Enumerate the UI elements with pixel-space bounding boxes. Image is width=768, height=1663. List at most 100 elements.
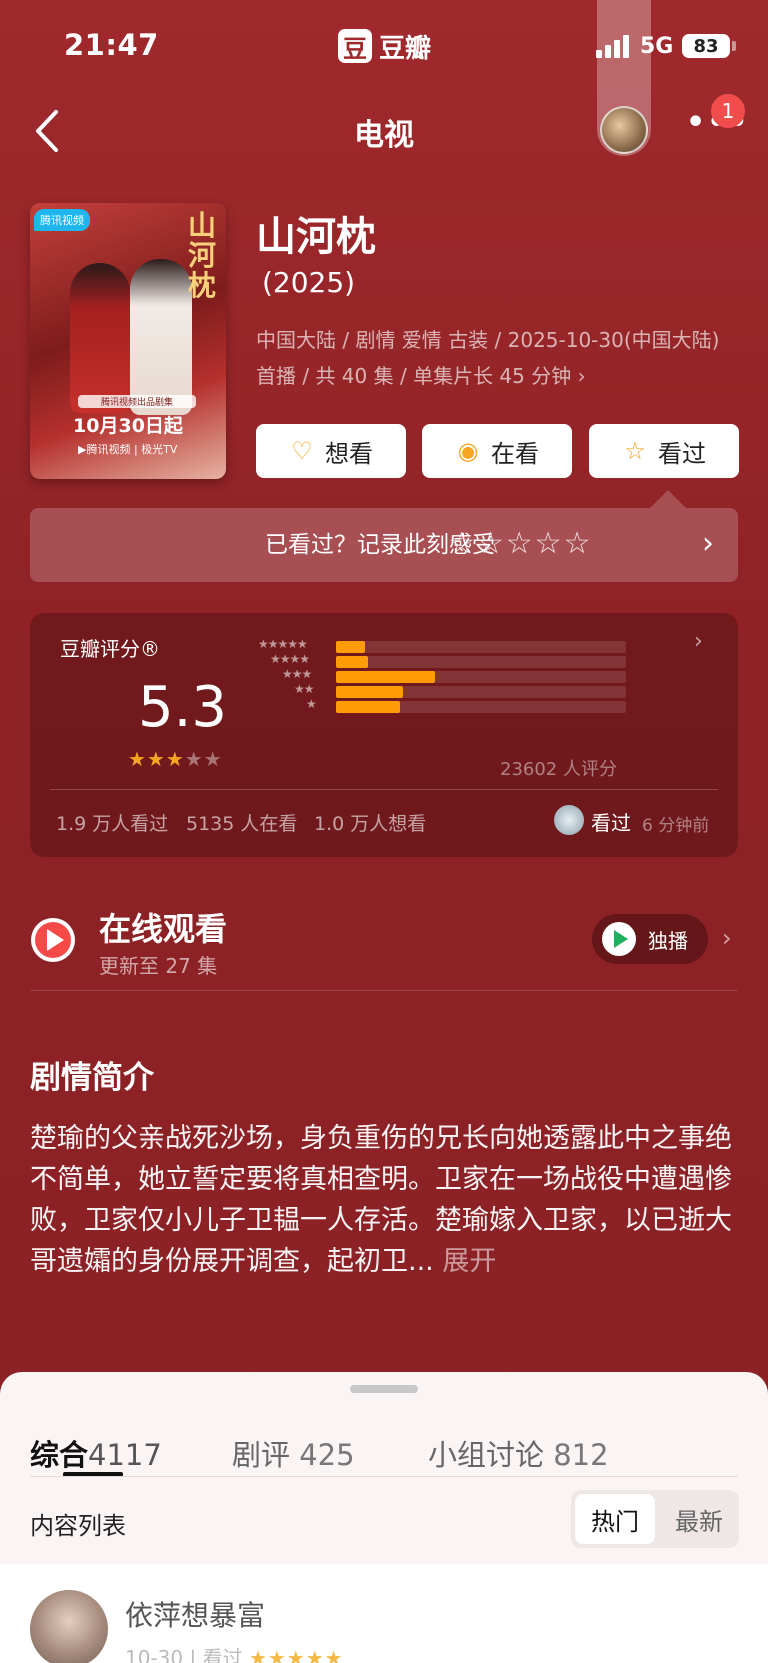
watching-icon: ◉ <box>457 437 479 465</box>
tab-count: 812 <box>553 1438 609 1472</box>
tab-label: 剧评 <box>232 1438 291 1472</box>
app-name: 豆瓣 <box>379 33 432 64</box>
sort-toggle[interactable]: 热门 最新 <box>571 1490 739 1548</box>
tab-label: 综合 <box>30 1438 89 1472</box>
watch-online-subtitle: 更新至 27 集 <box>99 954 218 978</box>
watched-button[interactable]: ☆ 看过 <box>589 424 739 478</box>
tab-reviews[interactable]: 剧评 425 <box>232 1432 355 1474</box>
tab-count: 4117 <box>88 1438 162 1472</box>
post-meta: 10-30 | 看过 ★★★★★ <box>125 1642 344 1663</box>
watch-online-title[interactable]: 在线观看 <box>99 904 227 950</box>
platform-label: 独播 <box>648 928 688 953</box>
friend-time: 6 分钟前 <box>642 816 710 836</box>
watching-button[interactable]: ◉ 在看 <box>422 424 572 478</box>
show-year: (2025) <box>262 266 356 299</box>
platform-button[interactable]: 独播 <box>592 914 708 964</box>
play-triangle <box>47 929 64 951</box>
signal-icon <box>596 34 630 58</box>
app-logo: 豆 豆瓣 <box>338 28 431 64</box>
show-meta[interactable]: 中国大陆 / 剧情 爱情 古装 / 2025-10-30(中国大陆) 首播 / … <box>256 322 726 394</box>
post-status: 看过 <box>202 1646 243 1663</box>
chevron-right-icon: › <box>702 526 714 561</box>
rating-bar-stars: ★★★★ <box>270 652 310 666</box>
friend-status: 看过 <box>591 811 631 835</box>
friend-avatar[interactable] <box>554 805 584 835</box>
poster-footer: ▶腾讯视频 | 极光TV <box>78 443 178 456</box>
tab-label: 小组讨论 <box>428 1438 545 1472</box>
watched-label: 看过 <box>658 439 706 468</box>
record-pointer <box>650 490 686 508</box>
poster-figure <box>70 263 130 413</box>
record-prompt: 已看过？记录此刻感受 <box>265 532 495 558</box>
rating-bar-track <box>336 641 626 653</box>
record-feeling-bar[interactable]: 已看过？记录此刻感受 ☆☆☆☆☆ › <box>30 508 738 582</box>
rating-bar-stars: ★★ <box>294 682 314 696</box>
rating-count: 23602 人评分 <box>500 759 617 780</box>
want-to-watch-label: 想看 <box>325 439 373 468</box>
synopsis-body: 楚瑜的父亲战死沙场，身负重伤的兄长向她透露此中之事绝不简单，她立誓定要将真相查明… <box>30 1123 732 1277</box>
rating-label: 豆瓣评分® <box>60 637 160 661</box>
rating-bar-row: ★ <box>246 697 646 715</box>
stat-watching: 5135 人在看 <box>186 813 298 835</box>
rating-bar-track <box>336 686 626 698</box>
chevron-right-icon: › <box>694 629 703 654</box>
rating-bar-fill <box>336 656 368 668</box>
rating-bar-fill <box>336 686 403 698</box>
user-avatar[interactable] <box>600 106 648 154</box>
rating-bar-stars: ★★★ <box>282 667 312 681</box>
poster-date: 10月30日起 <box>73 415 183 437</box>
sheet-handle[interactable] <box>350 1385 418 1393</box>
watching-label: 在看 <box>491 439 539 468</box>
synopsis-title: 剧情简介 <box>30 1060 154 1096</box>
bottom-sheet[interactable]: 综合4117 剧评 425 小组讨论 812 内容列表 热门 最新 依萍想暴富 … <box>0 1372 768 1663</box>
want-to-watch-button[interactable]: ♡ 想看 <box>256 424 406 478</box>
tencent-video-icon <box>602 922 636 956</box>
rating-bar-fill <box>336 641 365 653</box>
douban-logo-icon: 豆 <box>338 29 372 63</box>
post-date: 10-30 <box>125 1646 184 1663</box>
post-author[interactable]: 依萍想暴富 <box>125 1594 265 1634</box>
rating-stars: ★★★★★ <box>128 747 223 771</box>
battery-cap <box>732 41 736 51</box>
content-list-label: 内容列表 <box>30 1512 126 1540</box>
network-type: 5G <box>640 34 674 59</box>
tab-count: 425 <box>299 1438 355 1472</box>
poster-title: 山河枕 <box>187 209 216 302</box>
notification-badge: 1 <box>711 94 745 128</box>
heart-plus-icon: ♡ <box>291 437 313 465</box>
rating-bar-track <box>336 656 626 668</box>
rating-bar-fill <box>336 701 400 713</box>
stat-watched: 1.9 万人看过 <box>56 813 169 835</box>
tab-group-discussion[interactable]: 小组讨论 812 <box>428 1432 609 1474</box>
divider <box>50 789 718 790</box>
empty-stars-icon[interactable]: ☆☆☆☆☆ <box>448 529 592 559</box>
list-item[interactable]: 依萍想暴富 10-30 | 看过 ★★★★★ <box>0 1564 768 1663</box>
expand-link[interactable]: 展开 <box>442 1246 496 1277</box>
rating-bar-fill <box>336 671 435 683</box>
stat-want: 1.0 万人想看 <box>314 813 427 835</box>
chevron-right-icon[interactable]: › <box>722 924 732 952</box>
avatar[interactable] <box>30 1590 108 1663</box>
poster-subtitle: 腾讯视频出品剧集 <box>78 395 196 408</box>
poster-badge: 腾讯视频 <box>34 209 90 231</box>
battery-icon: 83 <box>682 34 730 58</box>
sort-hot[interactable]: 热门 <box>575 1494 655 1544</box>
rating-score: 5.3 <box>138 675 228 740</box>
sort-latest[interactable]: 最新 <box>659 1494 739 1544</box>
divider <box>30 1476 738 1477</box>
poster-image[interactable]: 腾讯视频 山河枕 腾讯视频出品剧集 10月30日起 ▶腾讯视频 | 极光TV <box>30 203 226 479</box>
synopsis-text: 楚瑜的父亲战死沙场，身负重伤的兄长向她透露此中之事绝不简单，她立誓定要将真相查明… <box>30 1118 738 1282</box>
post-stars: ★★★★★ <box>248 1646 344 1663</box>
divider <box>30 990 738 991</box>
status-bar: 21:47 豆 豆瓣 5G 83 <box>0 0 768 156</box>
rating-card[interactable]: 豆瓣评分® › 5.3 ★★★★★ ★★★★★ ★★★★ ★★★ ★★ ★ 23602 … <box>30 613 738 857</box>
tab-overall[interactable]: 综合4117 <box>30 1432 162 1474</box>
rating-bar-track <box>336 671 626 683</box>
show-title: 山河枕 <box>256 214 376 260</box>
nav-title: 电视 <box>354 118 414 153</box>
status-time: 21:47 <box>64 28 159 62</box>
star-icon: ☆ <box>624 437 646 465</box>
rating-bar-track <box>336 701 626 713</box>
rating-bar-stars: ★★★★★ <box>258 637 308 651</box>
rating-bar-stars: ★ <box>306 697 317 711</box>
